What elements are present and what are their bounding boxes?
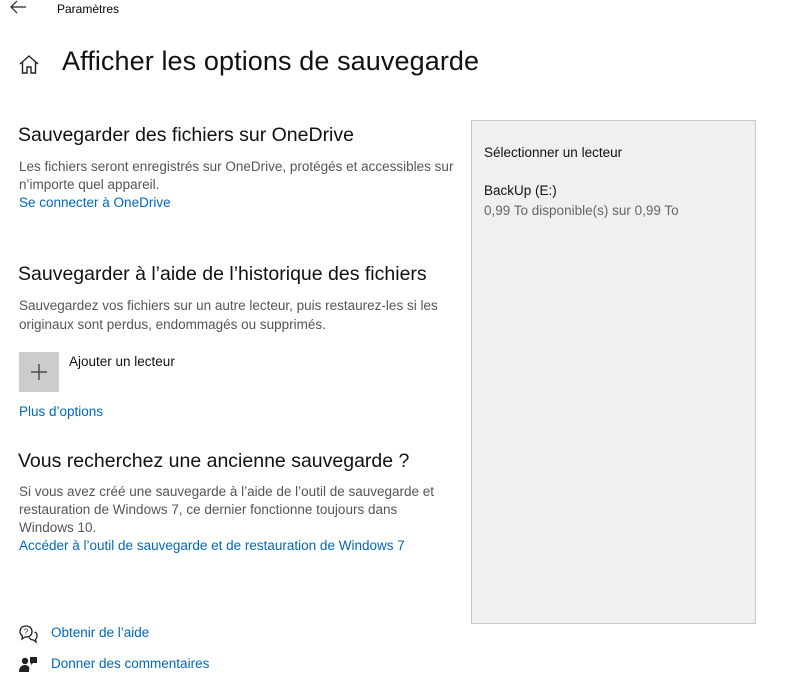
back-button[interactable]	[10, 0, 30, 18]
windows7-backup-link[interactable]: Accéder à l’outil de sauvegarde et de re…	[19, 538, 405, 553]
old-backup-heading: Vous recherchez une ancienne sauvegarde …	[18, 450, 410, 472]
file-history-heading: Sauvegarder à l’aide de l’historique des…	[18, 263, 427, 285]
onedrive-heading: Sauvegarder des fichiers sur OneDrive	[18, 124, 354, 146]
add-drive-button[interactable]	[19, 352, 59, 392]
onedrive-signin-link[interactable]: Se connecter à OneDrive	[19, 195, 171, 210]
give-feedback-link[interactable]: Donner des commentaires	[51, 656, 209, 671]
window-title: Paramètres	[57, 2, 120, 16]
select-drive-title: Sélectionner un lecteur	[484, 145, 623, 160]
old-backup-description-line2: restauration de Windows 7, ce dernier fo…	[19, 502, 398, 517]
file-history-description-line1: Sauvegardez vos fichiers sur un autre le…	[19, 298, 438, 313]
get-help-link[interactable]: Obtenir de l’aide	[51, 625, 149, 640]
old-backup-description-line1: Si vous avez créé une sauvegarde à l’aid…	[19, 484, 435, 499]
file-history-description-line2: originaux sont perdus, endommagés ou sup…	[19, 317, 326, 332]
old-backup-description-line3: Windows 10.	[19, 520, 97, 535]
svg-text:?: ?	[24, 628, 29, 637]
home-icon[interactable]	[18, 54, 40, 76]
select-drive-panel: Sélectionner un lecteur BackUp (E:) 0,99…	[471, 120, 756, 624]
onedrive-description-line1: Les fichiers seront enregistrés sur OneD…	[19, 159, 454, 174]
add-drive-label[interactable]: Ajouter un lecteur	[69, 354, 175, 369]
plus-icon	[31, 364, 47, 380]
more-options-link[interactable]: Plus d’options	[19, 404, 103, 419]
page-title: Afficher les options de sauvegarde	[62, 46, 480, 76]
onedrive-description-line2: n’importe quel appareil.	[19, 177, 160, 192]
feedback-icon	[18, 655, 38, 675]
drive-item-name[interactable]: BackUp (E:)	[484, 183, 557, 198]
drive-item-space: 0,99 To disponible(s) sur 0,99 To	[484, 203, 679, 218]
back-arrow-icon	[10, 0, 26, 14]
help-icon: ?	[18, 624, 38, 644]
